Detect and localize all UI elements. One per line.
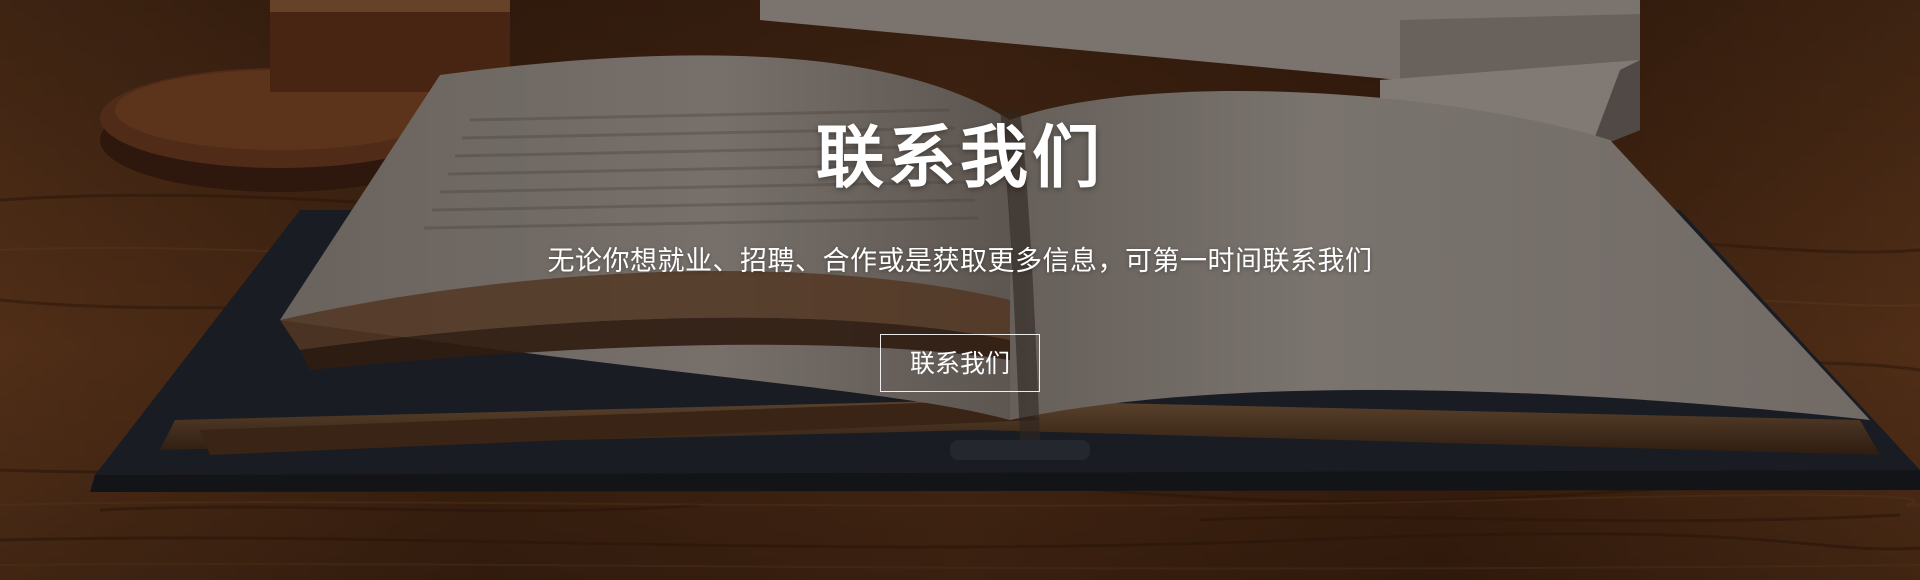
page-title: 联系我们: [815, 119, 1104, 198]
page-subtitle: 无论你想就业、招聘、合作或是获取更多信息，可第一时间联系我们: [547, 246, 1373, 277]
contact-us-button[interactable]: 联系我们: [880, 334, 1040, 392]
contact-banner: 联系我们 无论你想就业、招聘、合作或是获取更多信息，可第一时间联系我们 联系我们: [0, 0, 1920, 580]
banner-content: 联系我们 无论你想就业、招聘、合作或是获取更多信息，可第一时间联系我们 联系我们: [0, 0, 1920, 580]
